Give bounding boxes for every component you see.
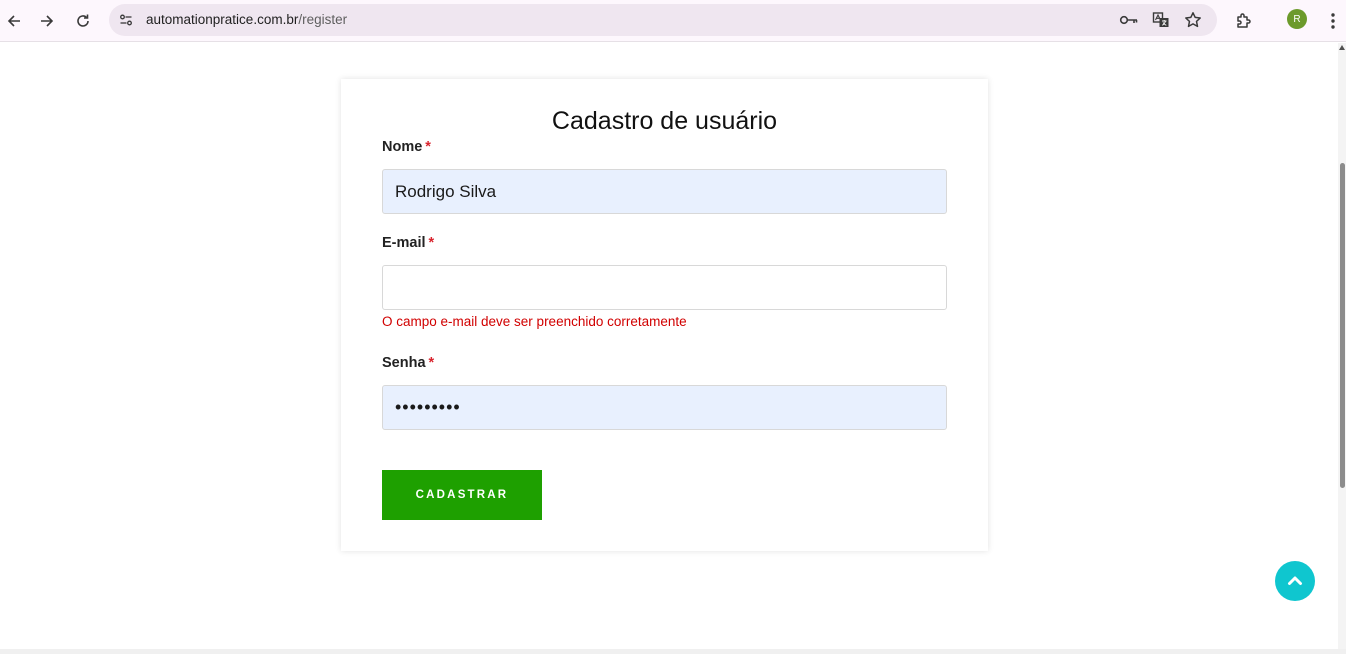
scroll-to-top-button[interactable]	[1275, 561, 1315, 601]
url-path: /register	[298, 12, 348, 27]
page-title: Cadastro de usuário	[551, 107, 778, 135]
required-mark: *	[428, 355, 435, 371]
password-field-value: •••••••••	[395, 397, 461, 417]
name-label: Nome *	[382, 139, 431, 155]
password-label: Senha *	[382, 355, 434, 371]
required-mark: *	[428, 235, 435, 251]
translate-icon[interactable]	[1149, 8, 1173, 32]
key-icon[interactable]	[1117, 8, 1141, 32]
email-label: E-mail *	[382, 235, 434, 251]
puzzle-icon[interactable]	[1230, 7, 1258, 35]
name-field-value: Rodrigo Silva	[395, 181, 497, 201]
star-icon[interactable]	[1181, 8, 1205, 32]
page-scrollbar[interactable]	[1338, 43, 1346, 654]
email-field[interactable]	[382, 265, 947, 310]
forward-arrow-icon[interactable]	[33, 7, 61, 35]
site-settings-icon[interactable]	[114, 8, 138, 32]
browser-toolbar: automationpratice.com.br/register R	[0, 0, 1346, 42]
url-text: automationpratice.com.br/register	[146, 12, 347, 27]
name-label-text: Nome	[382, 139, 423, 155]
url-host: automationpratice.com.br	[146, 12, 299, 27]
kebab-menu-icon[interactable]	[1319, 7, 1346, 35]
required-mark: *	[425, 139, 431, 155]
scrollbar-thumb[interactable]	[1340, 163, 1345, 488]
email-error-message: O campo e-mail deve ser preenchido corre…	[382, 314, 687, 329]
register-button[interactable]: CADASTRAR	[382, 470, 542, 520]
password-field[interactable]: •••••••••	[382, 385, 947, 430]
scroll-up-arrow-icon[interactable]	[1339, 45, 1345, 50]
back-arrow-icon[interactable]	[0, 7, 28, 35]
email-label-text: E-mail	[382, 235, 426, 251]
name-field[interactable]: Rodrigo Silva	[382, 169, 947, 214]
chevron-up-icon	[1288, 576, 1302, 585]
reload-icon[interactable]	[69, 7, 97, 35]
bottom-edge	[0, 649, 1346, 654]
address-bar[interactable]: automationpratice.com.br/register	[109, 4, 1217, 36]
register-card: Cadastro de usuário Nome * Rodrigo Silva …	[341, 79, 988, 551]
profile-avatar[interactable]: R	[1287, 9, 1307, 29]
password-label-text: Senha	[382, 355, 426, 371]
